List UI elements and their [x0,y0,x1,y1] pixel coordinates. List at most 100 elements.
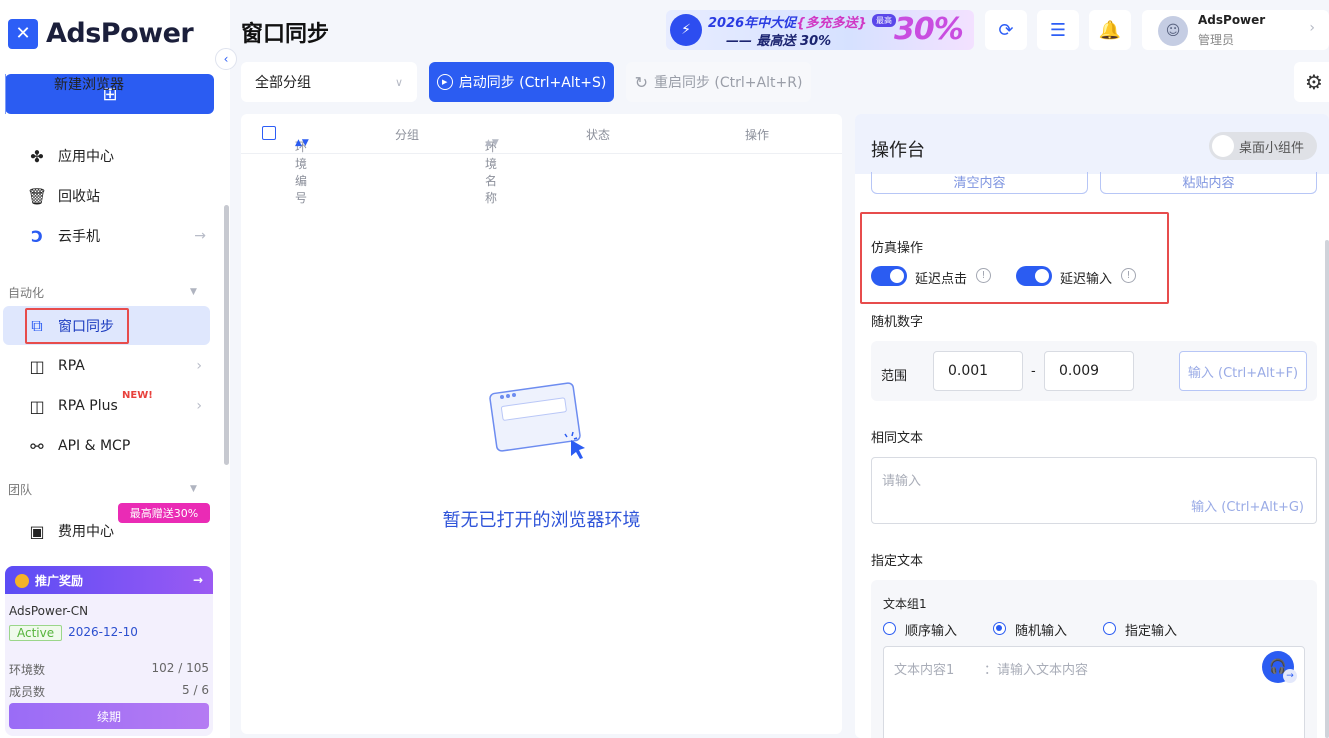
collapse-sidebar-button[interactable]: ‹ [215,48,237,70]
new-browser-button[interactable]: 新建浏览器 ⊞ [5,74,214,114]
desktop-widget-label: 桌面小组件 [1239,140,1305,156]
empty-state-text: 暂无已打开的浏览器环境 [442,510,641,531]
renew-button[interactable]: 续期 [9,703,209,729]
sidebar-item-window-sync[interactable]: ⧉ 窗口同步 [26,311,114,341]
page-title: 窗口同步 [241,22,330,47]
app-name: AdsPower [46,18,194,49]
coin-icon [15,574,29,588]
sidebar-item-recycle-bin[interactable]: 🗑 回收站 [26,181,100,211]
chevron-down-icon: ∨ [394,75,403,89]
same-text-input-button[interactable]: 输入 (Ctrl+Alt+G) [1191,496,1304,515]
clear-content-button[interactable]: 清空内容 [871,172,1088,194]
random-input-button[interactable]: 输入 (Ctrl+Alt+F) [1179,351,1307,391]
settings-button[interactable]: ⚙ [1294,62,1329,102]
sidebar-item-cloud-phone[interactable]: Ɔ 云手机 → [26,221,206,251]
expiry-date: 2026-12-10 [68,625,138,639]
account-row: AdsPower-CN [9,604,209,618]
select-all-checkbox[interactable] [262,126,276,140]
env-count-row: 环境数 102 / 105 [9,661,209,678]
section-automation: 自动化 [8,286,45,300]
desktop-widget-toggle[interactable]: 桌面小组件 [1209,132,1317,160]
column-group: 分组 [395,128,420,142]
same-text-placeholder: 请输入 [882,474,922,489]
radio-specified[interactable] [1103,622,1116,635]
group-select[interactable]: 全部分组 ∨ [241,62,417,102]
paste-content-label: 粘贴内容 [1182,176,1235,191]
user-menu[interactable]: ☺ AdsPower 管理员 › [1142,10,1329,50]
list-icon: ☰ [1049,19,1067,41]
info-icon[interactable]: ! [1121,268,1136,283]
promo-banner[interactable]: ⚡ 2026年中大促{多充多送} —— 最高送 30% 最高 30% [666,10,974,50]
gear-icon: ⚙ [1305,70,1323,94]
promo-line1-highlight: {多充多送} [796,16,867,31]
console-scrollbar[interactable] [1325,240,1329,738]
restart-sync-button[interactable]: ↻ 重启同步 (Ctrl+Alt+R) [626,62,811,102]
console-panel: 操作台 桌面小组件 清空内容 粘贴内容 仿真操作 延迟点击 ! 延迟输入 ! 随… [855,114,1329,738]
start-sync-button[interactable]: ▶ 启动同步 (Ctrl+Alt+S) [429,62,614,102]
play-icon: ▶ [436,74,453,90]
user-name: AdsPower [1198,13,1266,27]
member-value: 5 / 6 [182,683,209,697]
user-role: 管理员 [1198,33,1235,47]
info-icon[interactable]: ! [976,268,991,283]
sidebar-item-label: 云手机 [58,229,100,245]
promo-big-text: 30% [894,12,964,47]
delay-input-label: 延迟输入 [1060,272,1113,287]
sim-title: 仿真操作 [871,241,924,256]
referral-header[interactable]: 推广奖励 → [5,566,213,594]
sidebar: ✕ AdsPower 新建浏览器 ⊞ ✤ 应用中心 🗑 回收站 Ɔ 云手机 → … [0,0,230,738]
refresh-upload-icon: ⟳ [998,19,1014,41]
env-label: 环境数 [9,663,46,677]
status-row: Active 2026-12-10 [9,625,209,641]
radio-sequential[interactable] [883,622,896,635]
arrow-right-icon[interactable]: → [1283,669,1297,683]
puzzle-icon: ✤ [30,146,44,166]
sidebar-item-billing[interactable]: ▣ 费用中心 [26,516,114,546]
random-number-title: 随机数字 [871,315,924,330]
paste-content-button[interactable]: 粘贴内容 [1100,172,1317,194]
sidebar-scrollbar[interactable] [224,205,229,465]
delay-click-toggle[interactable] [871,266,907,286]
promo-line1: 2026年中大促{多充多送} [708,12,867,31]
range-max-input[interactable]: 0.009 [1044,351,1134,391]
collapse-caret-icon[interactable]: ▼ [190,484,197,494]
plug-icon: ⚯ [30,436,44,456]
sidebar-item-rpa[interactable]: ◫ RPA › [26,351,202,381]
promo-badge: 最高赠送30% [118,503,210,523]
chevron-right-icon: › [196,358,202,374]
new-badge: NEW! [122,390,153,401]
task-list-button[interactable]: ☰ [1037,10,1079,50]
text-content-input[interactable]: 文本内容1 ：请输入文本内容 [883,646,1305,738]
table-header: 环境编号 ▲▼ 分组 环境名称 ▲▼ 状态 操作 [241,114,842,205]
radio-label: 随机输入 [1015,624,1068,639]
referral-card: 推广奖励 → AdsPower-CN Active 2026-12-10 环境数… [5,566,213,736]
sidebar-item-label: RPA Plus [58,398,118,414]
delay-click-label: 延迟点击 [915,272,968,287]
trash-icon: 🗑 [26,186,48,206]
specified-text-title: 指定文本 [871,554,924,569]
app-logo[interactable]: ✕ AdsPower [8,18,194,49]
bell-icon: 🔔 [1098,19,1122,41]
cloud-phone-icon: Ɔ [31,226,43,246]
column-label: 环境编号 [295,140,308,205]
sidebar-item-rpa-plus[interactable]: ◫ RPA Plus › [26,391,202,421]
text-content-label: 文本内容1 [894,663,955,678]
console-title: 操作台 [871,140,925,161]
sidebar-item-label: 窗口同步 [58,319,114,335]
toggle-knob [1212,135,1234,157]
sidebar-item-app-center[interactable]: ✤ 应用中心 [26,141,114,171]
notification-button[interactable]: 🔔 [1089,10,1131,50]
sidebar-item-api-mcp[interactable]: ⚯ API & MCP [26,431,130,461]
range-min-input[interactable]: 0.001 [933,351,1023,391]
status-badge: Active [9,625,63,641]
robot-icon: ◫ [29,396,45,416]
window-sync-icon: ⧉ [31,316,43,335]
restart-icon: ↻ [634,72,648,92]
collapse-caret-icon[interactable]: ▼ [190,287,197,297]
promo-line1-text: 2026年中大促 [708,16,797,31]
wallet-icon: ▣ [29,521,45,541]
radio-random[interactable] [993,622,1006,635]
delay-input-toggle[interactable] [1016,266,1052,286]
same-text-input[interactable]: 请输入 输入 (Ctrl+Alt+G) [871,457,1317,524]
upload-sync-button[interactable]: ⟳ [985,10,1027,50]
